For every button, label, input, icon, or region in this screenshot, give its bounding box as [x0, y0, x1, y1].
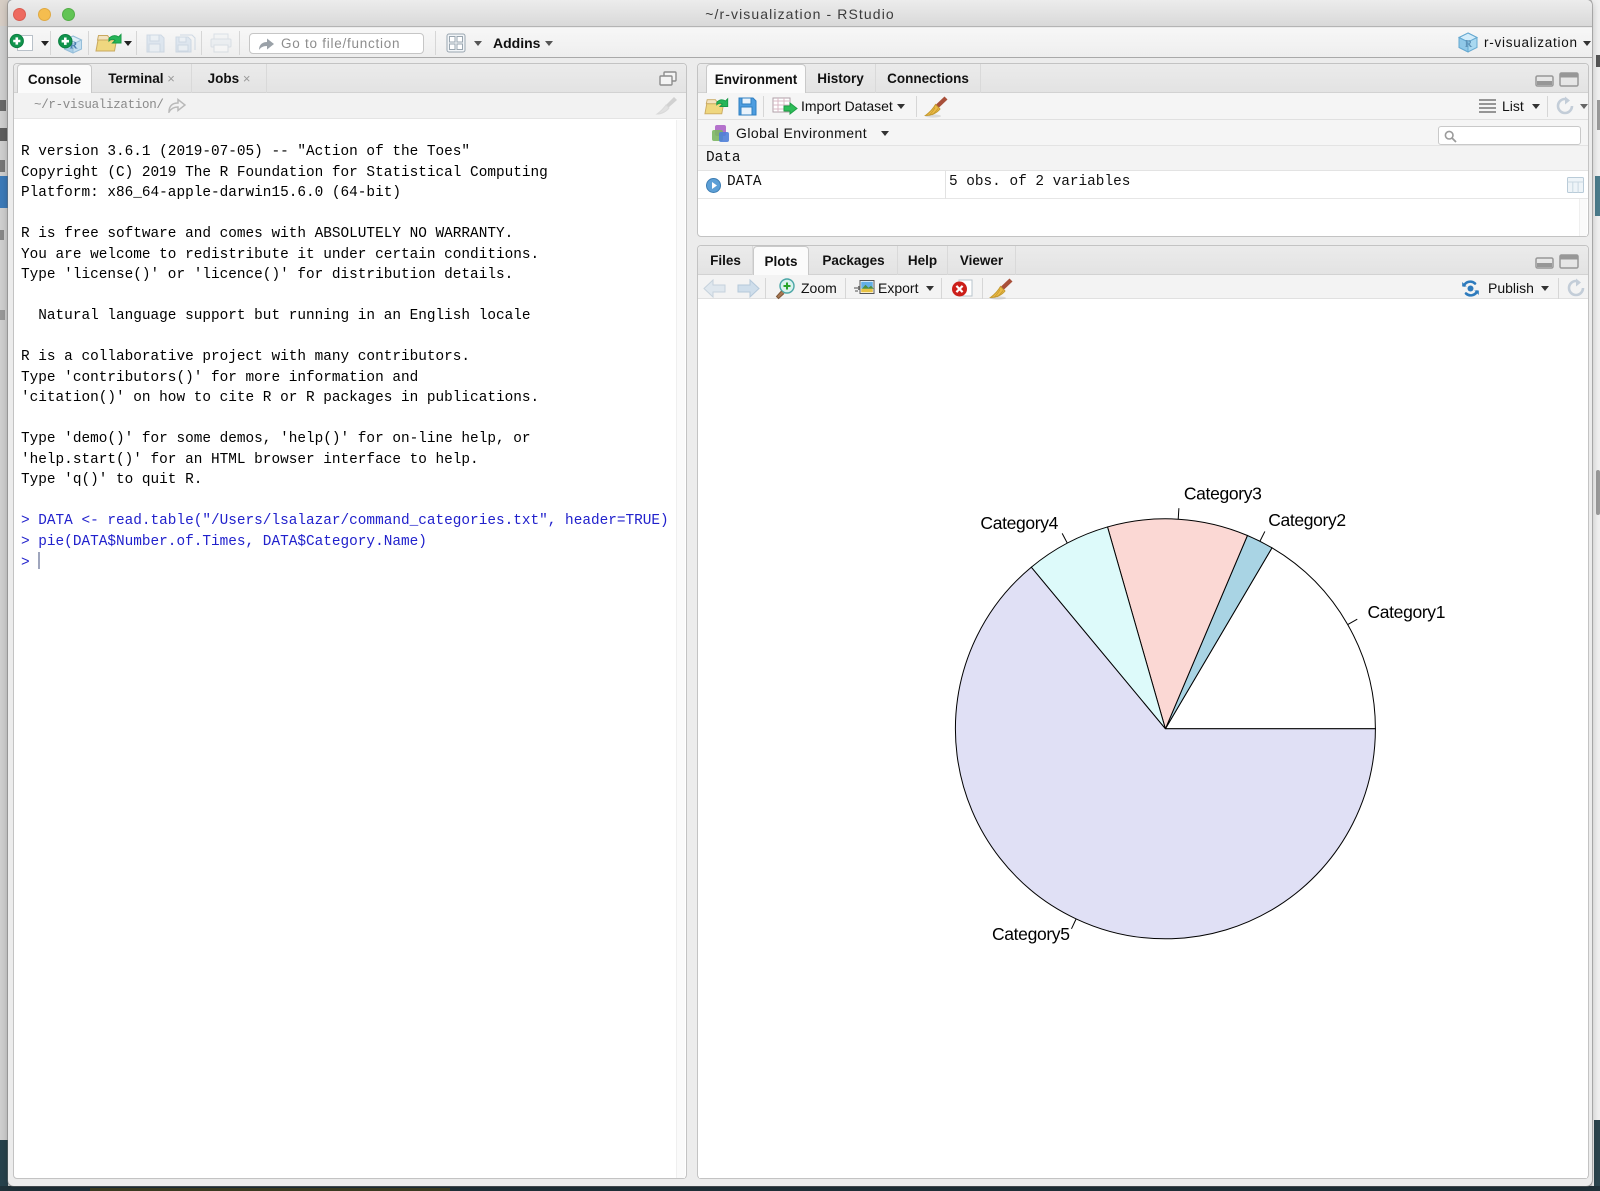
svg-text:Category1: Category1 — [1368, 602, 1446, 622]
svg-text:Category5: Category5 — [992, 924, 1070, 944]
svg-text:Category2: Category2 — [1268, 510, 1346, 530]
svg-text:Category4: Category4 — [980, 513, 1058, 533]
svg-text:Category3: Category3 — [1184, 484, 1262, 504]
svg-text:R: R — [1465, 39, 1473, 50]
